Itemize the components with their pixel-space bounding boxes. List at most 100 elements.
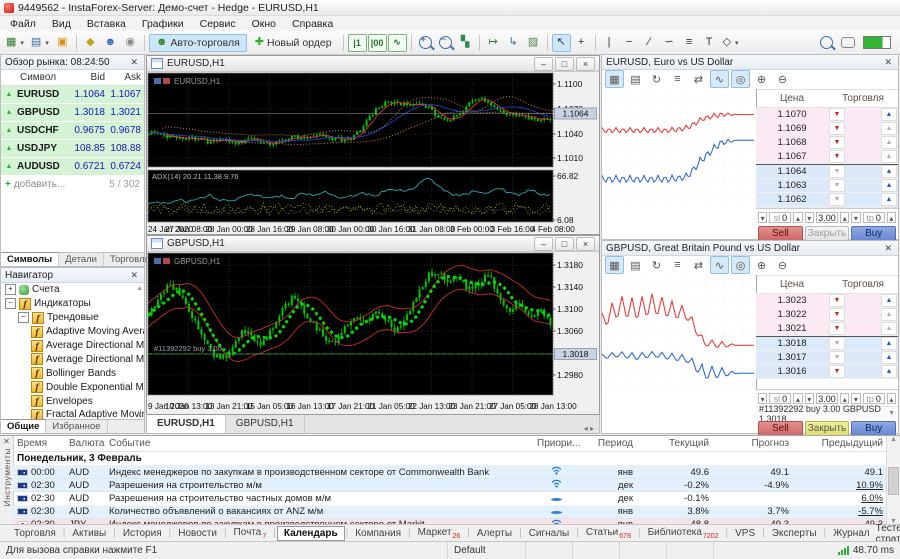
calendar-event-row[interactable]: 02:30 AUD Разрешения на строительство м/… — [13, 479, 887, 492]
chart-tab-1[interactable]: GBPUSD,H1 — [226, 415, 305, 433]
calendar-scrollbar[interactable]: ▲ ▼ — [886, 436, 900, 525]
sl-down-button[interactable]: ▾ — [758, 212, 767, 223]
minimize-icon[interactable]: – — [534, 237, 553, 251]
chart-window-title[interactable]: GBPUSD,H1 – □ × — [147, 236, 599, 252]
buy-at-icon[interactable]: ▲ — [881, 308, 897, 321]
text-tool-button[interactable]: T — [700, 34, 719, 52]
menu-item-3[interactable]: Графики — [134, 18, 192, 30]
sell-at-icon[interactable]: ▼ — [829, 136, 845, 149]
market-watch-tab-1[interactable]: Детали — [59, 253, 104, 266]
depth-row[interactable]: 1.1067 ▼ ▲ — [756, 150, 898, 164]
toolbox-tab-История[interactable]: История — [117, 527, 168, 540]
market-row-AUDUSD[interactable]: ▲ AUDUSD 0.6721 0.6724 — [1, 158, 144, 176]
tree-item-2[interactable]: −fТрендовые — [1, 311, 144, 325]
toolbox-tab-Алерты[interactable]: Алерты — [471, 527, 518, 540]
zoom-in-button[interactable] — [416, 34, 435, 52]
candles-mode-button[interactable]: |00 — [368, 34, 387, 52]
tree-expander-icon[interactable]: − — [5, 298, 16, 309]
line-mode-button[interactable]: ∿ — [388, 34, 407, 52]
toolbox-tab-Компания[interactable]: Компания — [349, 527, 407, 540]
chart-window-title[interactable]: EURUSD,H1 – □ × — [147, 56, 599, 72]
toolbox-tab-Календарь[interactable]: Календарь — [277, 526, 345, 541]
volume-field[interactable]: 3.00 — [816, 393, 838, 404]
sell-at-icon[interactable]: ▼ — [829, 108, 845, 121]
tree-expander-icon[interactable]: − — [18, 312, 29, 323]
horizontal-line-button[interactable]: − — [620, 34, 639, 52]
depth-row[interactable]: 1.1069 ▼ ▲ — [756, 122, 898, 136]
bars-mode-button[interactable]: |1 — [348, 34, 367, 52]
new-order-button[interactable]: ✚Новый ордер — [248, 34, 339, 52]
sell-at-icon[interactable]: ▼ — [829, 308, 845, 321]
tree-item-0[interactable]: +Счета — [1, 283, 144, 297]
depth-row[interactable]: 1.3022 ▼ ▲ — [756, 308, 898, 322]
tp-up-button[interactable]: ▴ — [887, 212, 896, 223]
menu-item-4[interactable]: Сервис — [192, 18, 244, 30]
depth-row[interactable]: 1.3021 ▼ ▲ — [756, 322, 898, 336]
tree-item-8[interactable]: fEnvelopes — [1, 394, 144, 408]
tick-chart-icon[interactable]: ∿ — [710, 256, 729, 274]
close-icon[interactable]: ✕ — [3, 437, 10, 446]
sl-field[interactable]: sl0 — [769, 393, 791, 404]
volume-up-button[interactable]: ▴ — [840, 393, 849, 404]
depth-row[interactable]: 1.1062 ▼ ▲ — [756, 193, 898, 207]
orders-book-icon[interactable]: ▤ — [626, 70, 645, 88]
scroll-thumb[interactable] — [888, 467, 899, 495]
menu-item-5[interactable]: Окно — [244, 18, 284, 30]
close-position-button[interactable]: Закрыть — [805, 226, 850, 241]
chart-toggle-icon[interactable]: ▦ — [605, 70, 624, 88]
templates-button[interactable]: ▨ — [524, 34, 543, 52]
toolbox-tab-Новости[interactable]: Новости — [172, 527, 223, 540]
transfer-icon[interactable]: ⇄ — [689, 70, 708, 88]
zoom-out-button[interactable] — [436, 34, 455, 52]
tree-item-6[interactable]: fBollinger Bands — [1, 366, 144, 380]
sell-at-icon[interactable]: ▼ — [829, 337, 845, 350]
auto-scroll-button[interactable]: ↳ — [504, 34, 523, 52]
chart-toggle-icon[interactable]: ▦ — [605, 256, 624, 274]
tick-chart-icon[interactable]: ∿ — [710, 70, 729, 88]
sl-up-button[interactable]: ▴ — [793, 212, 802, 223]
menu-item-2[interactable]: Вставка — [79, 18, 134, 30]
tree-expander-icon[interactable]: + — [5, 284, 16, 295]
buy-button[interactable]: Buy — [851, 421, 896, 436]
tp-up-button[interactable]: ▴ — [887, 393, 896, 404]
sell-button[interactable]: Sell — [758, 226, 803, 241]
tree-item-4[interactable]: fAverage Directional Movement Index — [1, 339, 144, 353]
close-icon[interactable]: ✕ — [882, 244, 894, 253]
sell-at-icon[interactable]: ▼ — [829, 122, 845, 135]
depth-row[interactable]: 1.3017 ▼ ▲ — [756, 351, 898, 365]
status-profile[interactable]: Default — [448, 542, 526, 559]
close-icon[interactable]: ✕ — [128, 58, 140, 67]
close-icon[interactable]: × — [576, 237, 595, 251]
open-position-row[interactable]: #11392292 buy 3.00 GBPUSD 1.3018 ▼ — [756, 406, 898, 420]
market-row-USDJPY[interactable]: ▲ USDJPY 108.85 108.88 — [1, 140, 144, 158]
navigator-tab-0[interactable]: Общие — [1, 419, 46, 433]
zoom-in-icon[interactable]: ⊕ — [752, 256, 771, 274]
cursor-button[interactable]: ↖ — [552, 34, 571, 52]
buy-at-icon[interactable]: ▲ — [881, 365, 897, 378]
sell-at-icon[interactable]: ▼ — [829, 193, 845, 206]
profiles-button[interactable]: ▤▾ — [28, 34, 52, 52]
depth-row[interactable]: 1.1063 ▼ ▲ — [756, 179, 898, 193]
close-icon[interactable]: ✕ — [128, 271, 140, 280]
navigator-tab-1[interactable]: Избранное — [46, 420, 107, 433]
depth-icon[interactable]: ≡ — [668, 256, 687, 274]
buy-at-icon[interactable]: ▲ — [881, 322, 897, 335]
volume-down-button[interactable]: ▾ — [805, 212, 814, 223]
buy-button[interactable]: Buy — [851, 226, 896, 241]
transfer-icon[interactable]: ⇄ — [689, 256, 708, 274]
gbpusd-price-chart[interactable]: #11392292 buy 3.00GBPUSD,H11.31801.31401… — [147, 252, 599, 415]
zoom-out-icon[interactable]: ⊖ — [773, 70, 792, 88]
sell-at-icon[interactable]: ▼ — [829, 150, 845, 163]
depth-row[interactable]: 1.3016 ▼ ▲ — [756, 365, 898, 379]
chat-icon[interactable] — [841, 37, 855, 48]
toolbox-tab-Маркет[interactable]: Маркет26 — [412, 526, 467, 541]
sell-at-icon[interactable]: ▼ — [829, 179, 845, 192]
tree-item-3[interactable]: fAdaptive Moving Average — [1, 325, 144, 339]
tp-field[interactable]: tp0 — [863, 212, 885, 223]
signals-button[interactable]: ◉ — [121, 34, 140, 52]
eurusd-price-chart[interactable]: EURUSD,H1ADX(14) 20.21 11.38 9.761.11001… — [147, 72, 599, 235]
depth-icon[interactable]: ≡ — [668, 70, 687, 88]
tree-item-7[interactable]: fDouble Exponential Moving Average — [1, 380, 144, 394]
community-button[interactable]: ☻ — [101, 34, 120, 52]
autotrade-button[interactable]: ☻Авто-торговля — [149, 34, 247, 52]
